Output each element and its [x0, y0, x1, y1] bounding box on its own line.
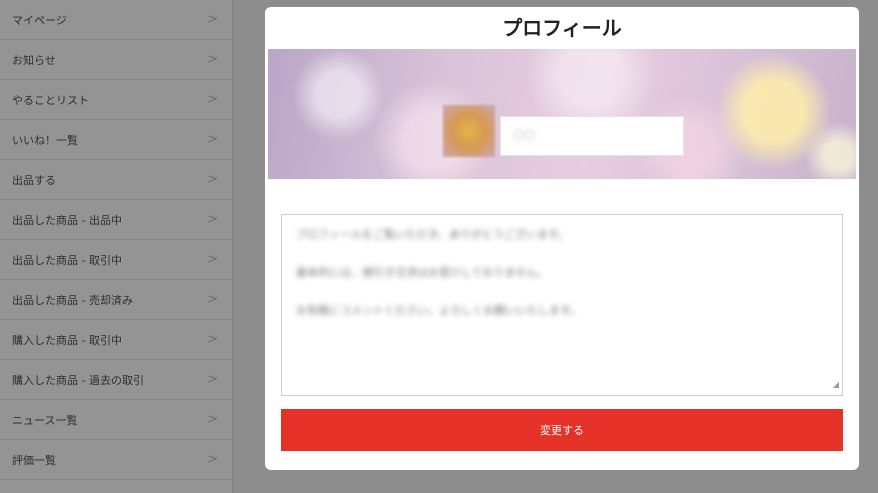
chevron-right-icon: > — [207, 12, 218, 27]
sidebar-item-label: 評価一覧 — [12, 453, 56, 467]
cover-image[interactable]: 〇〇 — [268, 49, 856, 179]
chevron-right-icon: > — [207, 52, 218, 67]
avatar[interactable] — [443, 105, 495, 157]
bio-line: プロフィールをご覧いただき、ありがとうございます。 — [296, 228, 569, 241]
chevron-right-icon: > — [207, 292, 218, 307]
chevron-right-icon: > — [207, 452, 218, 467]
sidebar-item-label: 購入した商品 - 取引中 — [12, 333, 122, 347]
chevron-right-icon: > — [207, 172, 218, 187]
resize-handle-icon[interactable]: ◢ — [833, 377, 839, 393]
sidebar-item-label: いいね！一覧 — [12, 133, 78, 147]
submit-button[interactable]: 変更する — [281, 409, 843, 451]
sidebar-item-label: 購入した商品 - 過去の取引 — [12, 373, 144, 387]
sidebar-item-listed-sold[interactable]: 出品した商品 - 売却済み > — [0, 280, 232, 320]
modal-title: プロフィール — [502, 16, 622, 40]
sidebar-item-label: 出品した商品 - 出品中 — [12, 213, 122, 227]
nickname-value: 〇〇 — [513, 129, 535, 142]
sidebar-item-notifications[interactable]: お知らせ > — [0, 40, 232, 80]
sidebar-item-listed-active[interactable]: 出品した商品 - 出品中 > — [0, 200, 232, 240]
chevron-right-icon: > — [207, 92, 218, 107]
chevron-right-icon: > — [207, 132, 218, 147]
chevron-right-icon: > — [207, 212, 218, 227]
sidebar-menu: マイページ > お知らせ > やることリスト > いいね！一覧 > 出品する >… — [0, 0, 233, 493]
bio-line: お気軽にコメントください。よろしくお願いいたします。 — [296, 304, 581, 317]
sidebar-item-label: 出品した商品 - 売却済み — [12, 293, 133, 307]
sidebar-item-todo[interactable]: やることリスト > — [0, 80, 232, 120]
chevron-right-icon: > — [207, 252, 218, 267]
sidebar-item-label: ニュース一覧 — [12, 413, 78, 427]
chevron-right-icon: > — [207, 332, 218, 347]
chevron-right-icon: > — [207, 412, 218, 427]
sidebar-item-purchased-trading[interactable]: 購入した商品 - 取引中 > — [0, 320, 232, 360]
sidebar-item-news[interactable]: ニュース一覧 > — [0, 400, 232, 440]
sidebar-item-mypage[interactable]: マイページ > — [0, 0, 232, 40]
sidebar-item-reviews[interactable]: 評価一覧 > — [0, 440, 232, 480]
sidebar-item-likes[interactable]: いいね！一覧 > — [0, 120, 232, 160]
profile-modal: プロフィール 〇〇 プロフィールをご覧いただき、ありがとうございます。 基本的に… — [265, 7, 859, 470]
sidebar-item-label: 出品した商品 - 取引中 — [12, 253, 122, 267]
sidebar-item-label: お知らせ — [12, 53, 56, 67]
bio-textarea[interactable]: プロフィールをご覧いただき、ありがとうございます。 基本的には、値引き交渉はお受… — [281, 214, 843, 396]
sidebar-item-listed-trading[interactable]: 出品した商品 - 取引中 > — [0, 240, 232, 280]
sidebar-item-label: マイページ — [12, 13, 67, 27]
sidebar-item-label: やることリスト — [12, 93, 89, 107]
sidebar-item-label: 出品する — [12, 173, 56, 187]
bio-line: 基本的には、値引き交渉はお受けしておりません。 — [296, 266, 549, 279]
sidebar-item-purchased-past[interactable]: 購入した商品 - 過去の取引 > — [0, 360, 232, 400]
nickname-input[interactable]: 〇〇 — [500, 116, 684, 156]
chevron-right-icon: > — [207, 372, 218, 387]
sidebar-item-sell[interactable]: 出品する > — [0, 160, 232, 200]
